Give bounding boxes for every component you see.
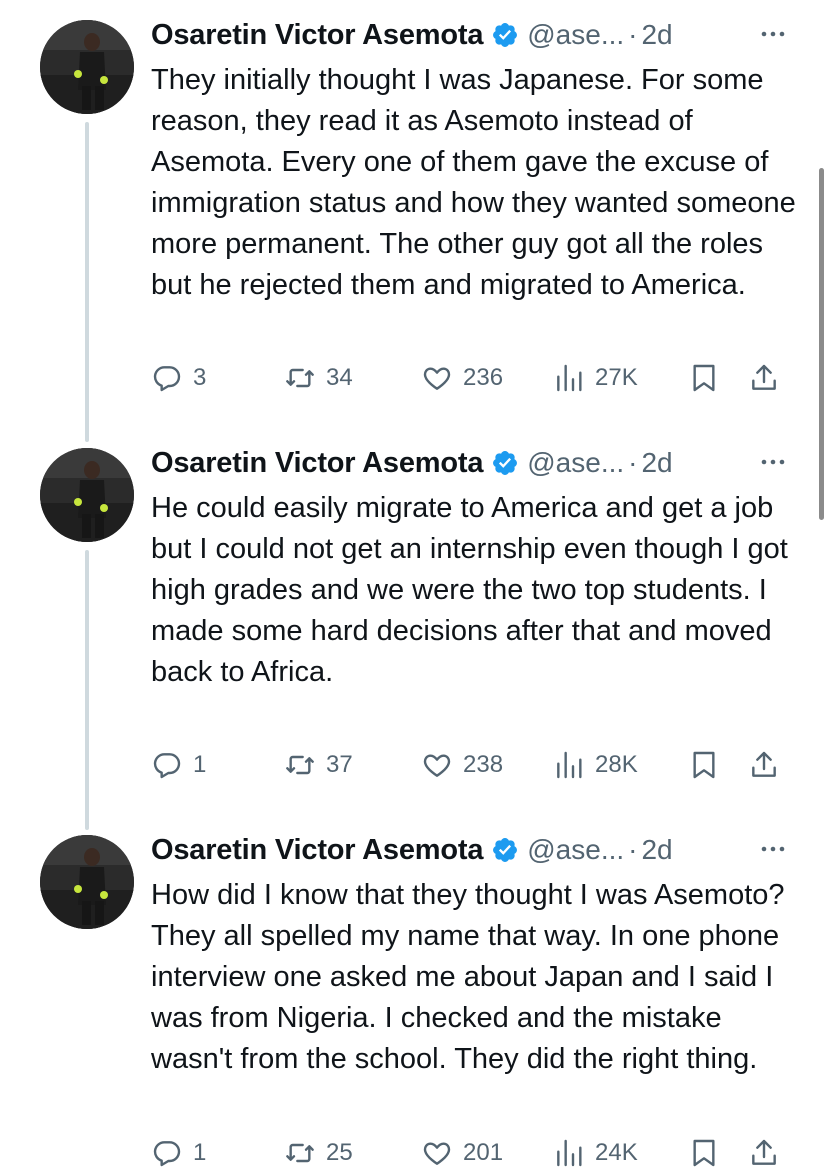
scrollbar[interactable] [819,168,824,520]
separator-dot: · [628,447,638,478]
bookmark-icon [693,1139,715,1167]
author-name[interactable]: Osaretin Victor Asemota [151,834,483,867]
views-button[interactable]: 28K [553,745,638,785]
reply-count: 3 [193,364,207,391]
tweet-actions: 1 37 238 28K [151,745,791,785]
reply-icon [153,366,181,392]
tweet-actions: 1 25 201 24K [151,1133,791,1172]
author-name[interactable]: Osaretin Victor Asemota [151,447,483,480]
views-icon [557,364,582,392]
like-icon [423,1142,451,1165]
thread-connector-line [85,550,89,830]
author-handle[interactable]: @ase... [527,447,624,479]
like-icon [423,754,451,777]
more-options-icon[interactable] [758,450,788,474]
separator-dot: · [628,19,638,50]
tweet-header: Osaretin Victor Asemota @ase... · 2d [151,14,788,56]
share-icon [752,1139,776,1165]
view-count: 27K [595,364,638,391]
bookmark-button[interactable] [688,1133,720,1172]
more-options-icon[interactable] [758,837,788,861]
like-count: 236 [463,364,504,391]
views-icon [557,751,582,779]
reply-button[interactable]: 3 [151,358,206,398]
bookmark-icon [693,751,715,779]
view-count: 28K [595,751,638,778]
repost-count: 37 [326,751,353,778]
like-button[interactable]: 236 [421,358,503,398]
verified-badge-icon [493,451,518,475]
reply-icon [153,753,181,779]
avatar[interactable] [40,20,134,114]
avatar[interactable] [40,835,134,929]
share-icon [752,751,776,777]
thread-connector-line [85,122,89,442]
like-button[interactable]: 201 [421,1133,503,1172]
like-count: 201 [463,1139,504,1166]
tweet-timestamp[interactable]: 2d [641,19,672,51]
repost-count: 34 [326,364,353,391]
views-icon [557,1139,582,1167]
share-button[interactable] [748,358,780,398]
repost-icon [286,1143,314,1163]
avatar-image [40,20,134,114]
tweet-header: Osaretin Victor Asemota @ase... · 2d [151,829,788,871]
bookmark-button[interactable] [688,745,720,785]
reply-button[interactable]: 1 [151,1133,206,1172]
repost-button[interactable]: 25 [284,1133,353,1172]
tweet-text: How did I know that they thought I was A… [151,879,785,1075]
avatar[interactable] [40,448,134,542]
tweet-actions: 3 34 236 27K [151,358,791,398]
tweet-header: Osaretin Victor Asemota @ase... · 2d [151,442,788,484]
repost-count: 25 [326,1139,353,1166]
author-handle[interactable]: @ase... [527,19,624,51]
tweet-text: They initially thought I was Japanese. F… [151,64,796,301]
like-button[interactable]: 238 [421,745,503,785]
verified-badge-icon [493,23,518,47]
verified-badge-icon [493,838,518,862]
reply-button[interactable]: 1 [151,745,206,785]
view-count: 24K [595,1139,638,1166]
avatar-image [40,448,134,542]
like-count: 238 [463,751,504,778]
views-button[interactable]: 27K [553,358,638,398]
share-button[interactable] [748,745,780,785]
views-button[interactable]: 24K [553,1133,638,1172]
reply-count: 1 [193,1139,207,1166]
repost-button[interactable]: 37 [284,745,353,785]
author-name[interactable]: Osaretin Victor Asemota [151,19,483,52]
tweet-text: He could easily migrate to America and g… [151,492,788,688]
tweet-thread: Osaretin Victor Asemota @ase... · 2d The… [0,0,828,1172]
repost-button[interactable]: 34 [284,358,353,398]
bookmark-button[interactable] [688,358,720,398]
author-handle[interactable]: @ase... [527,834,624,866]
reply-icon [153,1141,181,1167]
more-options-icon[interactable] [758,22,788,46]
tweet-timestamp[interactable]: 2d [641,834,672,866]
share-button[interactable] [748,1133,780,1172]
reply-count: 1 [193,751,207,778]
share-icon [752,364,776,390]
repost-icon [286,755,314,775]
avatar-image [40,835,134,929]
tweet-timestamp[interactable]: 2d [641,447,672,479]
like-icon [423,367,451,390]
bookmark-icon [693,364,715,392]
repost-icon [286,368,314,388]
separator-dot: · [628,834,638,865]
